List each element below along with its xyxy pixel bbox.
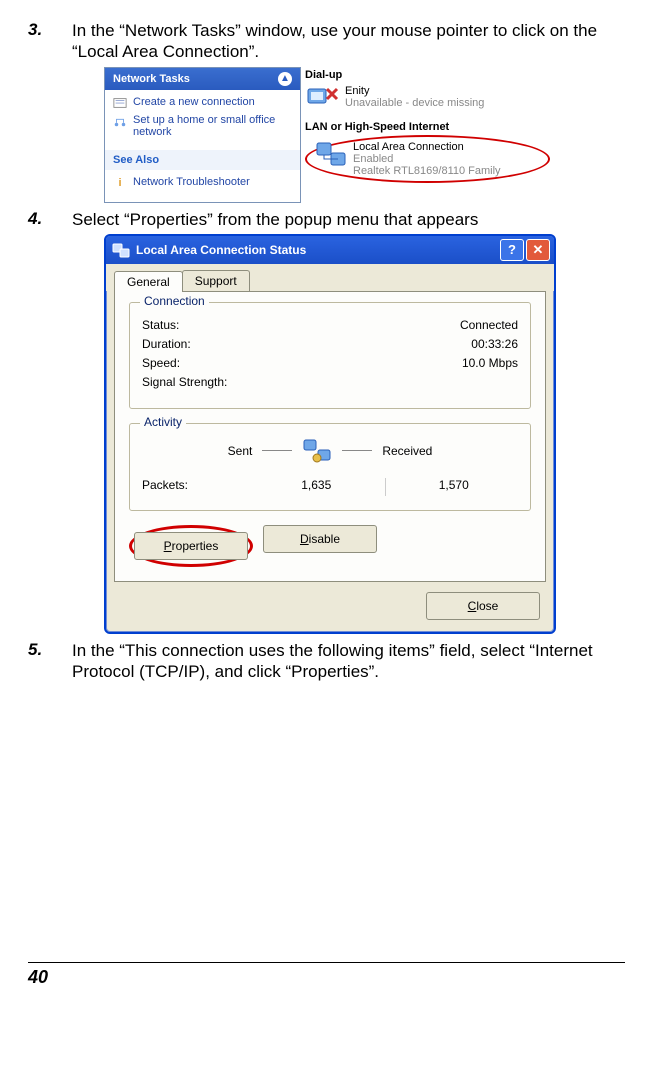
step-3-text: In the “Network Tasks” window, use your … bbox=[72, 20, 625, 63]
lan-highlight-oval: Local Area Connection Enabled Realtek RT… bbox=[305, 135, 550, 183]
dialog-titlebar[interactable]: Local Area Connection Status ? ✕ bbox=[106, 236, 554, 264]
dialup-name: Enity bbox=[345, 85, 484, 97]
page-number: 40 bbox=[28, 963, 625, 992]
dialog-title: Local Area Connection Status bbox=[136, 243, 306, 257]
sent-label: Sent bbox=[228, 444, 253, 458]
lan-device: Realtek RTL8169/8110 Family bbox=[353, 165, 501, 177]
group-activity-title: Activity bbox=[140, 415, 186, 429]
duration-label: Duration: bbox=[142, 337, 191, 351]
step-3-number: 3. bbox=[28, 20, 72, 63]
activity-icon bbox=[302, 438, 332, 464]
connections-list: Dial-up Enity Unavailable - device missi… bbox=[305, 67, 550, 203]
help-button[interactable]: ? bbox=[500, 239, 524, 261]
dialup-icon bbox=[307, 85, 339, 113]
packets-label: Packets: bbox=[142, 478, 252, 496]
figure-network-connections: Network Tasks ▲ Create a new connection … bbox=[104, 67, 625, 203]
properties-highlight-oval: Properties bbox=[129, 525, 253, 567]
group-connection-title: Connection bbox=[140, 294, 209, 308]
disable-button[interactable]: Disable bbox=[263, 525, 377, 553]
link-troubleshooter[interactable]: i Network Troubleshooter bbox=[113, 176, 292, 190]
step-5: 5. In the “This connection uses the foll… bbox=[28, 640, 625, 683]
connection-icon bbox=[112, 241, 130, 259]
step-4: 4. Select “Properties” from the popup me… bbox=[28, 209, 625, 230]
task-create-connection[interactable]: Create a new connection bbox=[113, 96, 292, 110]
info-icon: i bbox=[113, 176, 127, 190]
collapse-icon[interactable]: ▲ bbox=[278, 72, 292, 86]
network-icon bbox=[113, 114, 127, 128]
lan-status: Enabled bbox=[353, 153, 501, 165]
button-row: Properties Disable bbox=[129, 525, 531, 567]
dialog-footer: Close bbox=[106, 582, 554, 632]
tab-panel: Connection Status: Connected Duration: 00:… bbox=[114, 291, 546, 582]
lan-name: Local Area Connection bbox=[353, 141, 501, 153]
network-tasks-title: Network Tasks bbox=[113, 73, 190, 85]
step-4-number: 4. bbox=[28, 209, 72, 230]
connection-dialup[interactable]: Enity Unavailable - device missing bbox=[305, 83, 550, 115]
step-4-text: Select “Properties” from the popup menu … bbox=[72, 209, 625, 230]
status-dialog: Local Area Connection Status ? ✕ General… bbox=[104, 234, 556, 634]
tab-strip: General Support bbox=[106, 264, 554, 291]
figure-connection-status: Local Area Connection Status ? ✕ General… bbox=[104, 234, 625, 634]
step-5-text: In the “This connection uses the followi… bbox=[72, 640, 625, 683]
divider-line bbox=[342, 450, 372, 451]
link-label: Network Troubleshooter bbox=[133, 176, 250, 188]
lan-icon bbox=[315, 141, 347, 169]
category-dialup: Dial-up bbox=[305, 69, 550, 81]
network-tasks-panel: Network Tasks ▲ Create a new connection … bbox=[104, 67, 301, 203]
speed-value: 10.0 Mbps bbox=[462, 356, 518, 370]
tab-general[interactable]: General bbox=[114, 271, 183, 292]
wizard-icon bbox=[113, 96, 127, 110]
group-activity: Activity Sent Received Packets: 1,635 1,… bbox=[129, 423, 531, 511]
network-tasks-header: Network Tasks ▲ bbox=[105, 68, 300, 90]
connection-lan[interactable]: Local Area Connection Enabled Realtek RT… bbox=[313, 139, 542, 179]
tab-support[interactable]: Support bbox=[182, 270, 250, 291]
task-label: Create a new connection bbox=[133, 96, 255, 108]
received-label: Received bbox=[382, 444, 432, 458]
duration-value: 00:33:26 bbox=[471, 337, 518, 351]
packets-sent-value: 1,635 bbox=[252, 478, 381, 496]
group-connection: Connection Status:Connected Duration:00:… bbox=[129, 302, 531, 409]
dialup-status: Unavailable - device missing bbox=[345, 97, 484, 109]
divider bbox=[385, 478, 386, 496]
see-also-header: See Also bbox=[105, 150, 300, 170]
status-label: Status: bbox=[142, 318, 179, 332]
step-3: 3. In the “Network Tasks” window, use yo… bbox=[28, 20, 625, 63]
category-lan: LAN or High-Speed Internet bbox=[305, 121, 550, 133]
task-home-network[interactable]: Set up a home or small office network bbox=[113, 114, 292, 138]
status-value: Connected bbox=[460, 318, 518, 332]
task-label: Set up a home or small office network bbox=[133, 114, 292, 138]
close-button[interactable]: Close bbox=[426, 592, 540, 620]
step-5-number: 5. bbox=[28, 640, 72, 683]
signal-label: Signal Strength: bbox=[142, 375, 227, 389]
speed-label: Speed: bbox=[142, 356, 180, 370]
close-x-button[interactable]: ✕ bbox=[526, 239, 550, 261]
divider-line bbox=[262, 450, 292, 451]
properties-button[interactable]: Properties bbox=[134, 532, 248, 560]
packets-received-value: 1,570 bbox=[390, 478, 519, 496]
